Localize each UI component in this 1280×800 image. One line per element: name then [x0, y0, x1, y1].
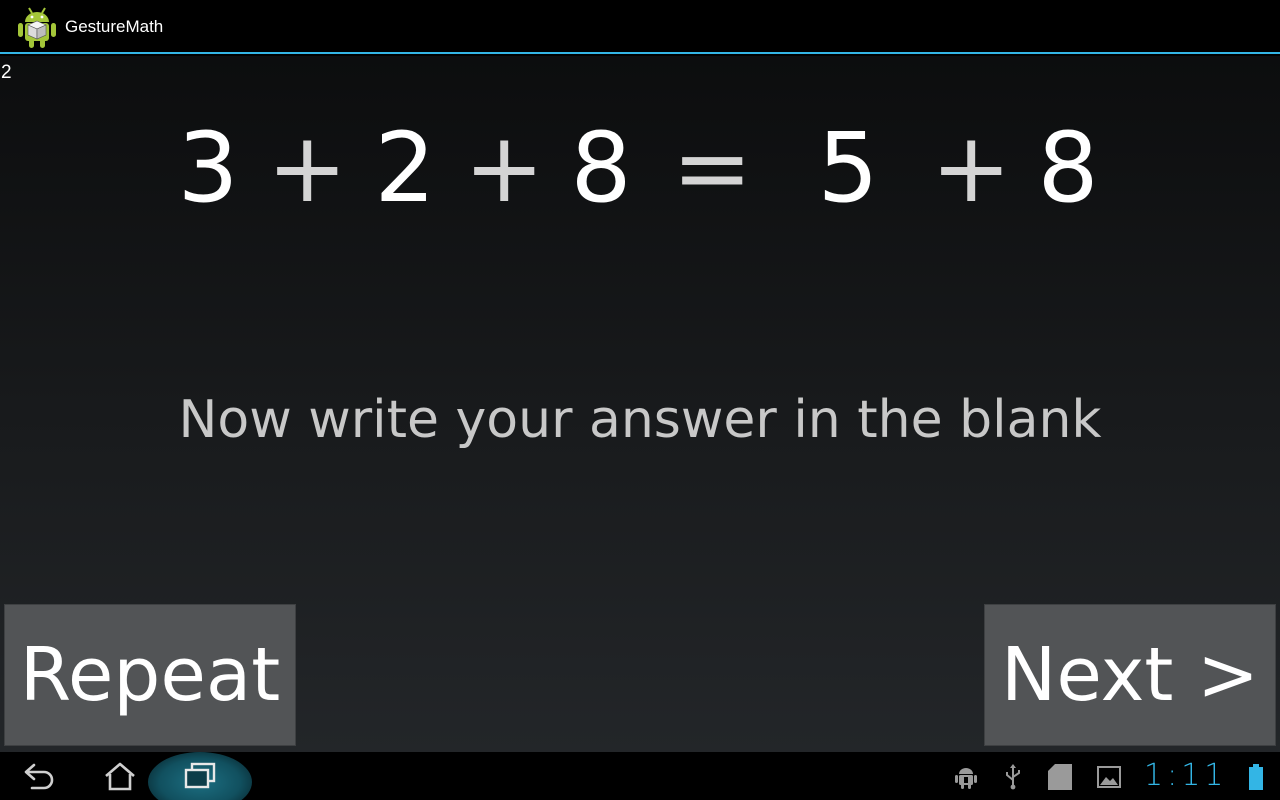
- equation-operator: +: [931, 112, 1012, 224]
- equation-operator: +: [267, 112, 348, 224]
- home-icon: [105, 762, 135, 791]
- main-content: 2 3 +2 +8 = 5 +8 Now write your answer in the…: [0, 56, 1280, 752]
- repeat-button[interactable]: Repeat: [4, 604, 296, 746]
- question-counter: 2: [1, 62, 12, 83]
- system-bar: 1:11: [0, 752, 1280, 800]
- android-app-icon: [18, 7, 56, 48]
- home-button[interactable]: [90, 752, 150, 800]
- next-button[interactable]: Next >: [984, 604, 1276, 746]
- clock: 1:11: [1144, 758, 1228, 793]
- sd-card-icon: [1046, 764, 1074, 790]
- equation-number: 8: [570, 112, 632, 224]
- equation-number: 3: [177, 112, 239, 224]
- recent-apps-icon: [184, 762, 216, 789]
- android-debug-icon: [954, 764, 978, 790]
- equation-operator: +: [464, 112, 545, 224]
- battery-icon: [1248, 764, 1264, 790]
- equation-number: 8: [1037, 112, 1099, 224]
- back-button[interactable]: [10, 752, 70, 800]
- action-bar: GestureMath: [0, 0, 1280, 54]
- screenshot-icon: [1096, 764, 1122, 790]
- back-icon: [24, 763, 54, 790]
- app-title: GestureMath: [65, 17, 164, 36]
- recent-apps-button[interactable]: [148, 752, 252, 800]
- equation-number: 2: [374, 112, 436, 224]
- equation-number: 5: [817, 112, 879, 224]
- instruction-text: Now write your answer in the blank: [178, 390, 1102, 450]
- equation-operator: =: [672, 112, 753, 224]
- usb-icon: [1002, 764, 1024, 790]
